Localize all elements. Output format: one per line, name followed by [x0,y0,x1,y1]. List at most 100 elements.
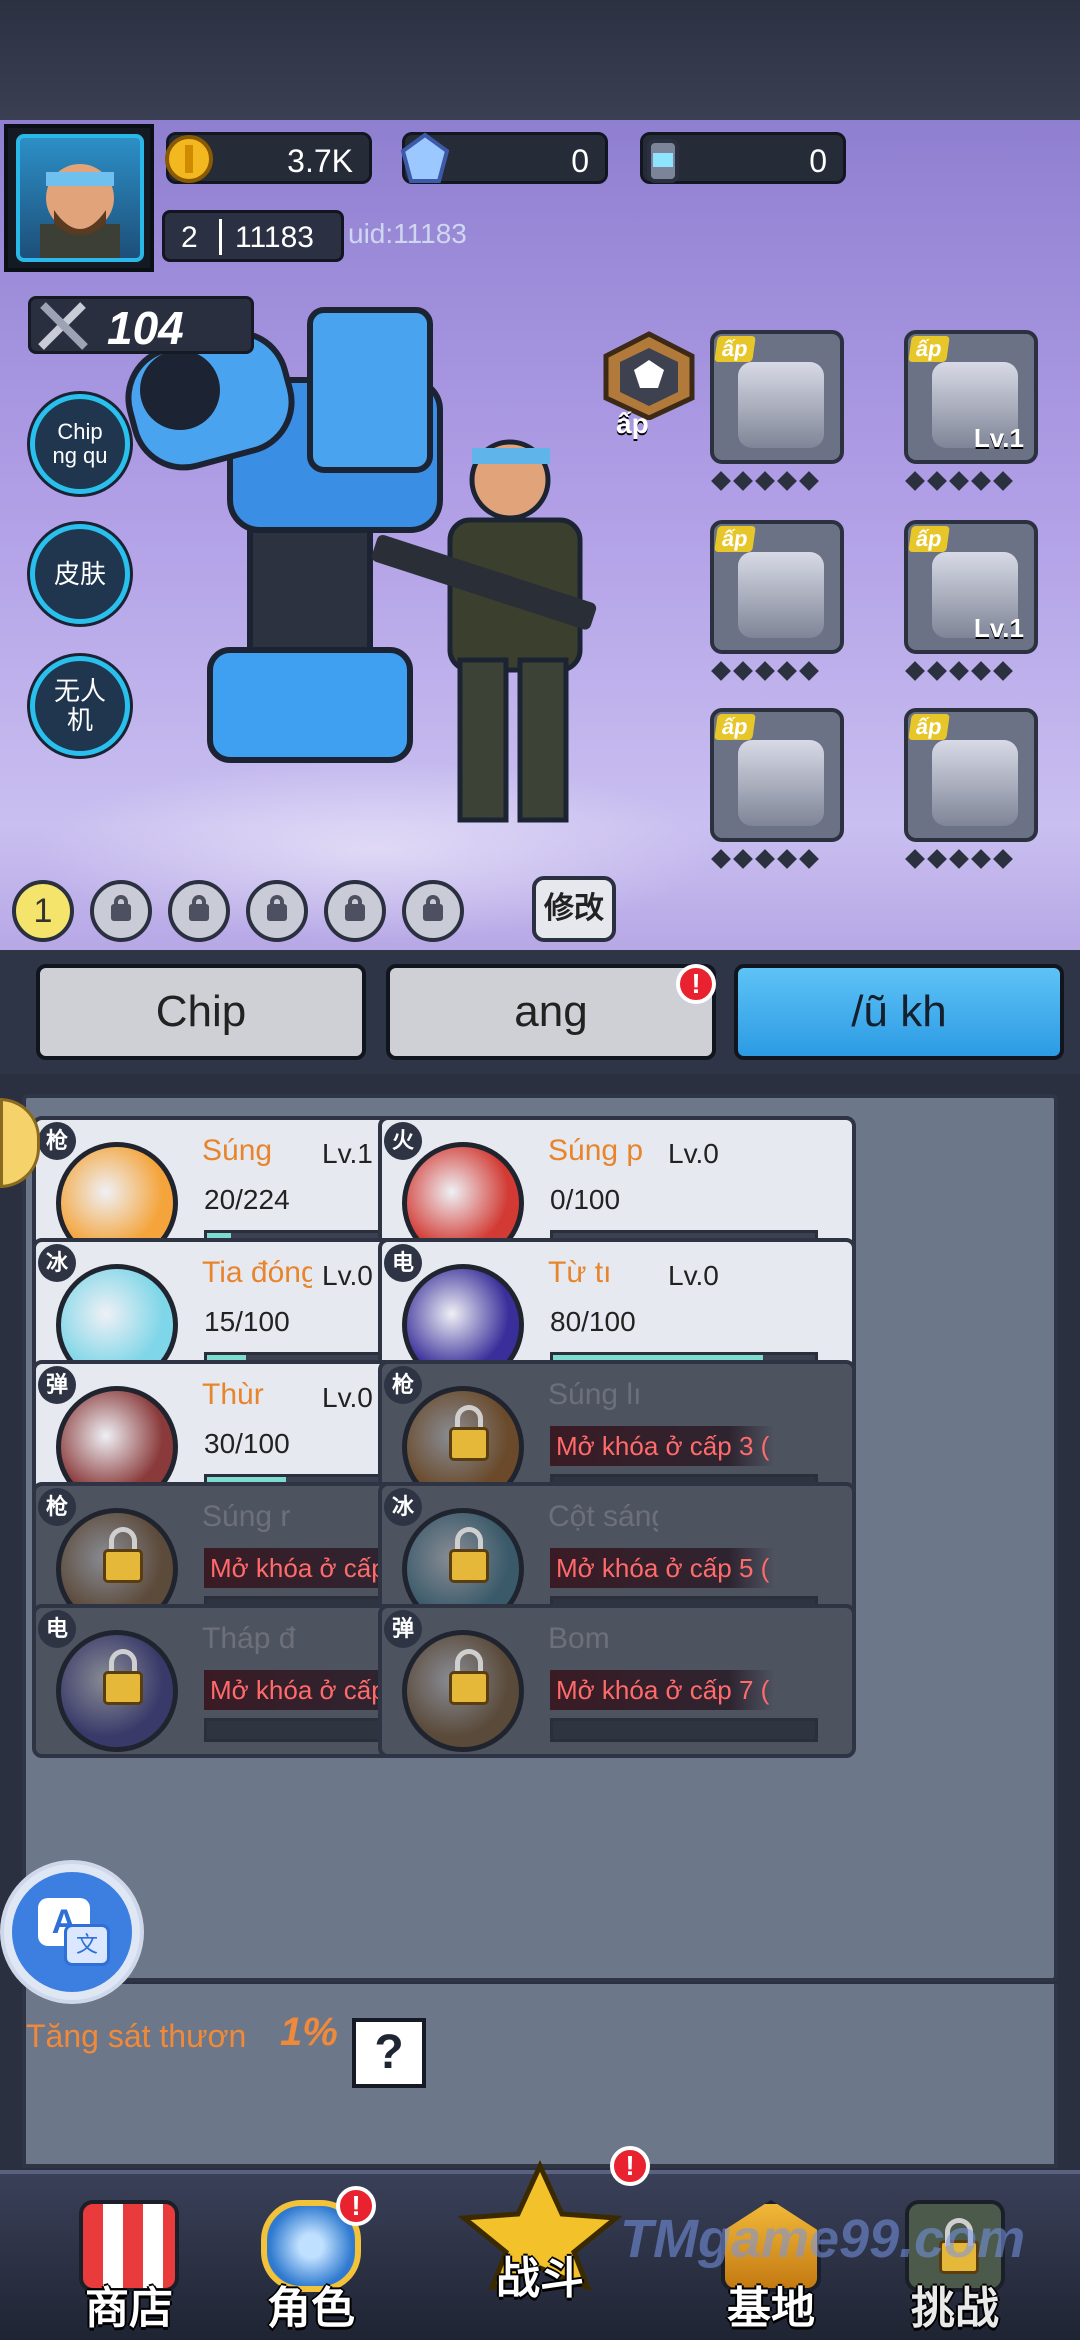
energy-canister-icon [647,139,679,183]
nav-battle-alert: ! [610,2146,650,2186]
drone-side-button[interactable]: 无人 机 [30,656,130,756]
energy-counter[interactable]: 0 [640,132,846,184]
nav-shop[interactable]: 商店 [54,2180,204,2340]
crystal-value: 0 [571,143,589,179]
upgrade-label: ấp [616,408,649,439]
loadout-slot-1[interactable]: 1 [12,880,74,942]
element-type-badge: 枪 [384,1366,422,1404]
tab-weapons[interactable]: /ũ kh [734,964,1064,1060]
weapon-name: Súng lı [548,1378,642,1411]
weapon-progress-text: 30/100 [204,1428,290,1459]
player-level-box: 2 11183 [162,210,344,262]
nav-character-alert: ! [336,2186,376,2226]
unlock-requirement: Mở khóa ở cấp 5 ( [550,1548,774,1588]
energy-value: 0 [809,143,827,179]
player-uid: uid:11183 [348,218,467,249]
weapon-name: Bom [548,1622,610,1655]
nav-battle[interactable]: 战斗 [450,2160,630,2320]
equip-slot-belt[interactable]: ấp [904,708,1038,842]
padlock-icon [423,904,443,921]
player-exp: 11183 [235,221,314,254]
loadout-slot-locked[interactable] [402,880,464,942]
equip-tag: ấp [908,336,950,362]
element-type-badge: 弹 [38,1366,76,1404]
loadout-slot-locked[interactable] [168,880,230,942]
equip-slot-goggles[interactable]: ấp Lv.1 [904,330,1038,464]
category-tabs: Chip ang ! /ũ kh [0,950,1080,1074]
tab-equipment[interactable]: ang [386,964,716,1060]
boot-icon [738,740,824,826]
padlock-icon [267,904,287,921]
loadout-slot-locked[interactable] [90,880,152,942]
equip-tag: ấp [714,336,756,362]
padlock-icon [189,904,209,921]
padlock-icon [103,1671,143,1705]
weapon-name: Tia đóng [202,1256,312,1289]
equip-slot-gloves[interactable]: ấp [710,520,844,654]
tab-chip[interactable]: Chip [36,964,366,1060]
weapon-card[interactable]: 弹 Bom Mở khóa ở cấp 7 ( [378,1604,856,1758]
weapon-name: Súng [202,1134,273,1167]
weapon-list[interactable]: 枪 Súng Lv.1 20/224 火 Súng p Lv.0 0/100 冰 Tia đóng… [26,1098,1054,1978]
weapon-level: Lv.0 [668,1138,719,1169]
combat-power-value: 104 [107,302,184,354]
star-dots [711,661,819,682]
element-type-badge: 电 [384,1244,422,1282]
weapon-progress-bar [550,1718,818,1742]
equip-slot-boots[interactable]: ấp [710,708,844,842]
weapon-icon [56,1630,178,1752]
translate-button[interactable]: A 文 [4,1864,140,2000]
gold-counter[interactable]: 3.7K [165,132,372,184]
element-type-badge: 火 [384,1122,422,1160]
armor-icon [738,362,824,448]
upgrade-all-badge[interactable]: ấp [600,330,698,439]
modify-button[interactable]: 修改 [532,876,616,942]
crossed-swords-icon [38,302,88,350]
star-dots [711,471,819,492]
weapon-level: Lv.0 [322,1260,373,1291]
glove-icon [738,552,824,638]
equip-tag: ấp [908,526,950,552]
damage-bonus-value: 1% [280,2010,338,2054]
element-type-badge: 枪 [38,1488,76,1526]
weapon-progress-text: 0/100 [550,1184,621,1215]
unlock-requirement: Mở khóa ở cấp 3 ( [550,1426,774,1466]
avatar-portrait [16,134,144,262]
player-avatar[interactable] [4,124,154,272]
belt-icon [932,740,1018,826]
player-level: 2 [181,221,198,254]
weapon-level: Lv.0 [668,1260,719,1291]
loadout-slot-locked[interactable] [324,880,386,942]
chip-side-button[interactable]: Chip ng qu [30,394,130,494]
weapon-name: Thùr [202,1378,264,1411]
padlock-icon [449,1427,489,1461]
unlock-requirement: Mở khóa ở cấp 7 ( [550,1670,774,1710]
star-dots [711,849,819,870]
star-dots [905,849,1013,870]
equip-slot-pants[interactable]: ấp Lv.1 [904,520,1038,654]
translate-wen-icon: 文 [64,1924,110,1966]
hero-face-icon [40,164,120,258]
padlock-icon [103,1549,143,1583]
padlock-icon [449,1671,489,1705]
equip-tag: ấp [714,714,756,740]
star-dots [905,661,1013,682]
gold-coin-icon [165,135,213,183]
weapon-name: Từ tı [548,1256,612,1289]
weapon-progress-text: 15/100 [204,1306,290,1337]
weapon-list-panel: 枪 Súng Lv.1 20/224 火 Súng p Lv.0 0/100 冰 Tia đóng… [22,1094,1058,1982]
weapon-icon [402,1630,524,1752]
combat-power: 104 [28,296,254,354]
equip-slot-armor[interactable]: ấp [710,330,844,464]
crystal-counter[interactable]: 0 [400,132,608,184]
weapon-progress-text: 20/224 [204,1184,290,1215]
help-button[interactable]: ? [352,2018,426,2088]
skin-side-button[interactable]: 皮肤 [30,524,130,624]
gold-value: 3.7K [287,143,353,179]
element-type-badge: 枪 [38,1122,76,1160]
damage-bonus-label: Tăng sát thươn [26,2018,247,2054]
weapon-name: Súng p [548,1134,644,1167]
loadout-slot-locked[interactable] [246,880,308,942]
weapon-progress-text: 80/100 [550,1306,636,1337]
bonus-panel [22,1984,1058,2168]
